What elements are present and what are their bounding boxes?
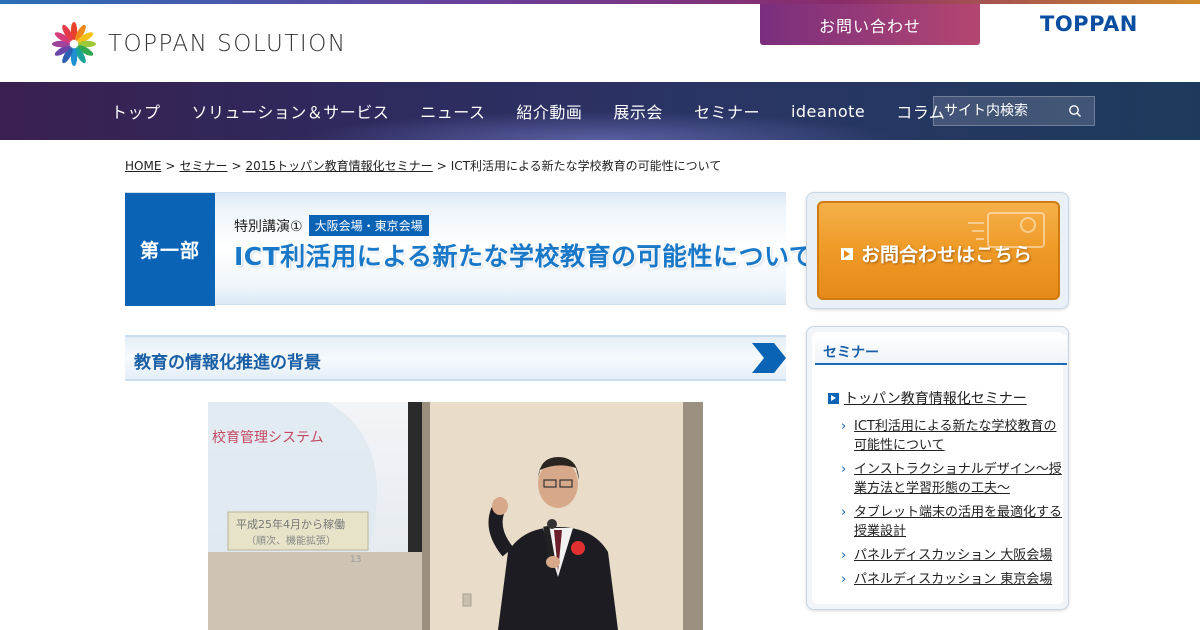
contact-button[interactable]: お問い合わせ [760,4,980,45]
chevron-right-icon: › [841,419,847,434]
venue-badge: 大阪会場・東京会場 [308,215,429,236]
arrow-right-icon [828,392,839,404]
main-nav: トップ ソリューション＆サービス ニュース 紹介動画 展示会 セミナー idea… [0,82,1200,140]
lecture-photo: 校育管理システム 平成25年4月から稼働 （順次、機能拡張） 13 [208,402,703,630]
slide-heading: 校育管理システム [212,429,324,446]
nav-item-ideanote[interactable]: ideanote [791,102,865,121]
breadcrumb-separator: > [436,159,447,173]
nav-item-seminars[interactable]: セミナー [694,99,760,123]
sidebar-item-instructional-design[interactable]: › インストラクショナルデザイン〜授業方法と学習形態の工夫〜 [841,460,1063,498]
inquiry-button-label: お問合わせはこちら [841,240,1032,267]
section-heading: 教育の情報化推進の背景 [125,335,786,381]
site-header: TOPPAN SOLUTION お問い合わせ TOPPAN [0,4,1200,82]
section-heading-text: 教育の情報化推進の背景 [134,353,321,373]
banner-subtitle-row: 特別講演① 大阪会場・東京会場 [234,215,429,236]
inquiry-button-text: お問合わせはこちら [861,244,1033,266]
sidebar-item-ict[interactable]: › ICT利活用による新たな学校教育の可能性について [841,417,1063,455]
inquiry-button[interactable]: お問合わせはこちら [817,201,1060,300]
arrow-right-icon [841,247,853,260]
page-title: ICT利活用による新たな学校教育の可能性について [234,242,815,271]
sidebar-item-label: インストラクショナルデザイン〜授業方法と学習形態の工夫〜 [854,462,1062,496]
banner-part-label: 第一部 [125,193,215,306]
sidebar-item-label: パネルディスカッション 大阪会場 [854,548,1053,563]
chevron-right-icon: › [841,462,847,477]
lecture-banner: 第一部 特別講演① 大阪会場・東京会場 ICT利活用による新たな学校教育の可能性… [125,192,814,306]
sidebar-item-label: タブレット端末の活用を最適化する授業設計 [854,505,1063,539]
chevron-right-icon: › [841,572,847,587]
slide-number: 13 [350,555,361,565]
sidebar-item-panel-osaka[interactable]: › パネルディスカッション 大阪会場 [841,546,1063,565]
slide-box-line2: （順次、機能拡張） [246,534,336,547]
breadcrumb: HOME > セミナー >2015トッパン教育情報化セミナー > ICT利活用による新たな… [125,157,721,174]
sidebar-parent-label: トッパン教育情報化セミナー [844,391,1027,407]
nav-item-solutions[interactable]: ソリューション＆サービス [192,99,390,123]
sidebar-menu-title: セミナー [815,335,1067,365]
flower-logo-icon [52,22,96,66]
chevron-right-icon: › [841,548,847,563]
breadcrumb-current: ICT利活用による新たな学校教育の可能性について [450,159,722,173]
sidebar-item-label: パネルディスカッション 東京会場 [854,572,1053,587]
breadcrumb-separator: > [231,159,242,173]
nav-item-exhibitions[interactable]: 展示会 [613,99,663,123]
sidebar-sub-list: › ICT利活用による新たな学校教育の可能性について › インストラクショナルデザイ… [841,417,1063,594]
site-logo[interactable]: TOPPAN SOLUTION [50,20,347,68]
logo-text: TOPPAN SOLUTION [108,31,347,57]
breadcrumb-seminar-2015[interactable]: 2015トッパン教育情報化セミナー [246,159,433,173]
toppan-brand-logo[interactable]: TOPPAN [1040,12,1138,36]
search-input[interactable] [934,103,1064,119]
slide-box-line1: 平成25年4月から稼働 [236,517,345,531]
sidebar-seminar-menu: セミナー トッパン教育情報化セミナー › ICT利活用による新たな学校教育の可能性… [806,326,1069,610]
nav-item-news[interactable]: ニュース [420,99,485,123]
nav-item-top[interactable]: トップ [111,99,161,123]
breadcrumb-separator: > [165,159,176,173]
breadcrumb-home[interactable]: HOME [125,159,161,173]
sidebar-parent-item[interactable]: トッパン教育情報化セミナー [828,388,1027,408]
banner-subtitle: 特別講演① [234,218,303,235]
sidebar-item-tablet[interactable]: › タブレット端末の活用を最適化する授業設計 [841,503,1063,541]
search-icon[interactable] [1068,104,1082,118]
sidebar-item-panel-tokyo[interactable]: › パネルディスカッション 東京会場 [841,570,1063,589]
nav-item-videos[interactable]: 紹介動画 [516,99,582,123]
sidebar-item-label: ICT利活用による新たな学校教育の可能性について [854,419,1057,453]
breadcrumb-seminar[interactable]: セミナー [179,159,227,173]
site-search [933,96,1095,126]
chevron-right-icon [752,343,786,373]
sidebar-contact-box: お問合わせはこちら [806,192,1069,309]
chevron-right-icon: › [841,505,847,520]
